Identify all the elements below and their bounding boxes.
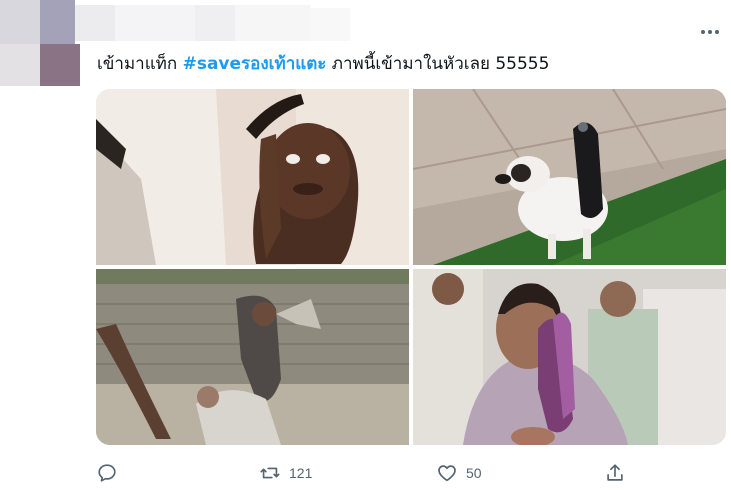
photo-dog-with-slipper[interactable] [413,89,726,265]
retweet-count: 121 [289,465,313,481]
retweet-icon [260,467,280,479]
more-dot-icon [708,30,712,34]
photo-boy-raising-slipper[interactable] [96,89,409,265]
photo-man-hitting-with-slipper[interactable] [96,269,409,445]
pixelated-header-blur [0,0,420,90]
media-grid [96,89,726,445]
like-count: 50 [466,465,482,481]
more-options-button[interactable] [697,22,723,42]
more-dot-icon [701,30,705,34]
more-dot-icon [715,30,719,34]
like-icon [438,465,456,482]
tweet-text-prefix: เข้ามาแท็ก [97,54,183,74]
share-button[interactable] [604,458,626,488]
tweet-actions: 121 50 [96,458,726,488]
share-icon [607,464,623,481]
hashtag-link[interactable]: #saveรองเท้าแตะ [183,54,327,74]
retweet-button[interactable]: 121 [259,458,312,488]
tweet-text: เข้ามาแท็ก #saveรองเท้าแตะ ภาพนี้เข้ามาใ… [97,53,549,75]
tweet-text-suffix: ภาพนี้เข้ามาในหัวเลย 55555 [326,54,550,74]
like-button[interactable]: 50 [436,458,482,488]
reply-button[interactable] [96,458,118,488]
reply-icon [98,464,116,482]
photo-woman-holding-slipper[interactable] [413,269,726,445]
